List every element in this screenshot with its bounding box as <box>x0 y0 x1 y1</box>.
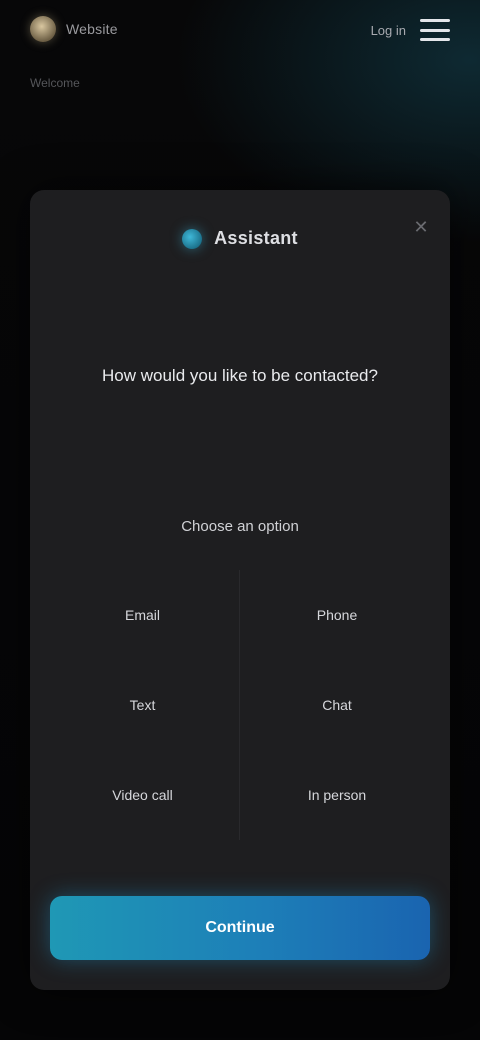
login-link[interactable]: Log in <box>371 23 406 38</box>
option-prompt: Choose an option <box>70 482 410 570</box>
top-bar-actions: Log in <box>371 18 450 42</box>
card-brand-name: Assistant <box>214 228 298 248</box>
brand-name: Website <box>66 21 118 37</box>
menu-icon-line <box>420 38 450 41</box>
option-item[interactable]: Text <box>46 660 240 750</box>
option-item[interactable]: Chat <box>240 660 434 750</box>
menu-icon-line <box>420 28 450 32</box>
menu-icon-line <box>420 19 450 22</box>
option-item[interactable]: In person <box>240 750 434 840</box>
top-bar: Website Log in <box>0 0 480 62</box>
app-screen: Website Log in Welcome Assistant ✕ How w… <box>0 0 480 1040</box>
options-grid: Email Phone Text Chat Video call In pers… <box>46 570 434 840</box>
logo-icon <box>30 16 56 42</box>
card-brand: Assistant <box>30 228 450 249</box>
hamburger-menu-icon[interactable] <box>420 18 450 42</box>
page-subtitle: Welcome <box>30 76 80 90</box>
option-prompt-label: Choose an option <box>181 517 299 535</box>
assistant-logo-icon <box>182 228 203 249</box>
card-question: How would you like to be contacted? <box>102 366 378 385</box>
brand[interactable]: Website <box>30 16 118 42</box>
close-icon[interactable]: ✕ <box>410 216 432 238</box>
option-item[interactable]: Phone <box>240 570 434 660</box>
continue-button[interactable]: Continue <box>50 896 430 960</box>
contact-card: Assistant ✕ How would you like to be con… <box>30 190 450 990</box>
option-item[interactable]: Video call <box>46 750 240 840</box>
option-item[interactable]: Email <box>46 570 240 660</box>
